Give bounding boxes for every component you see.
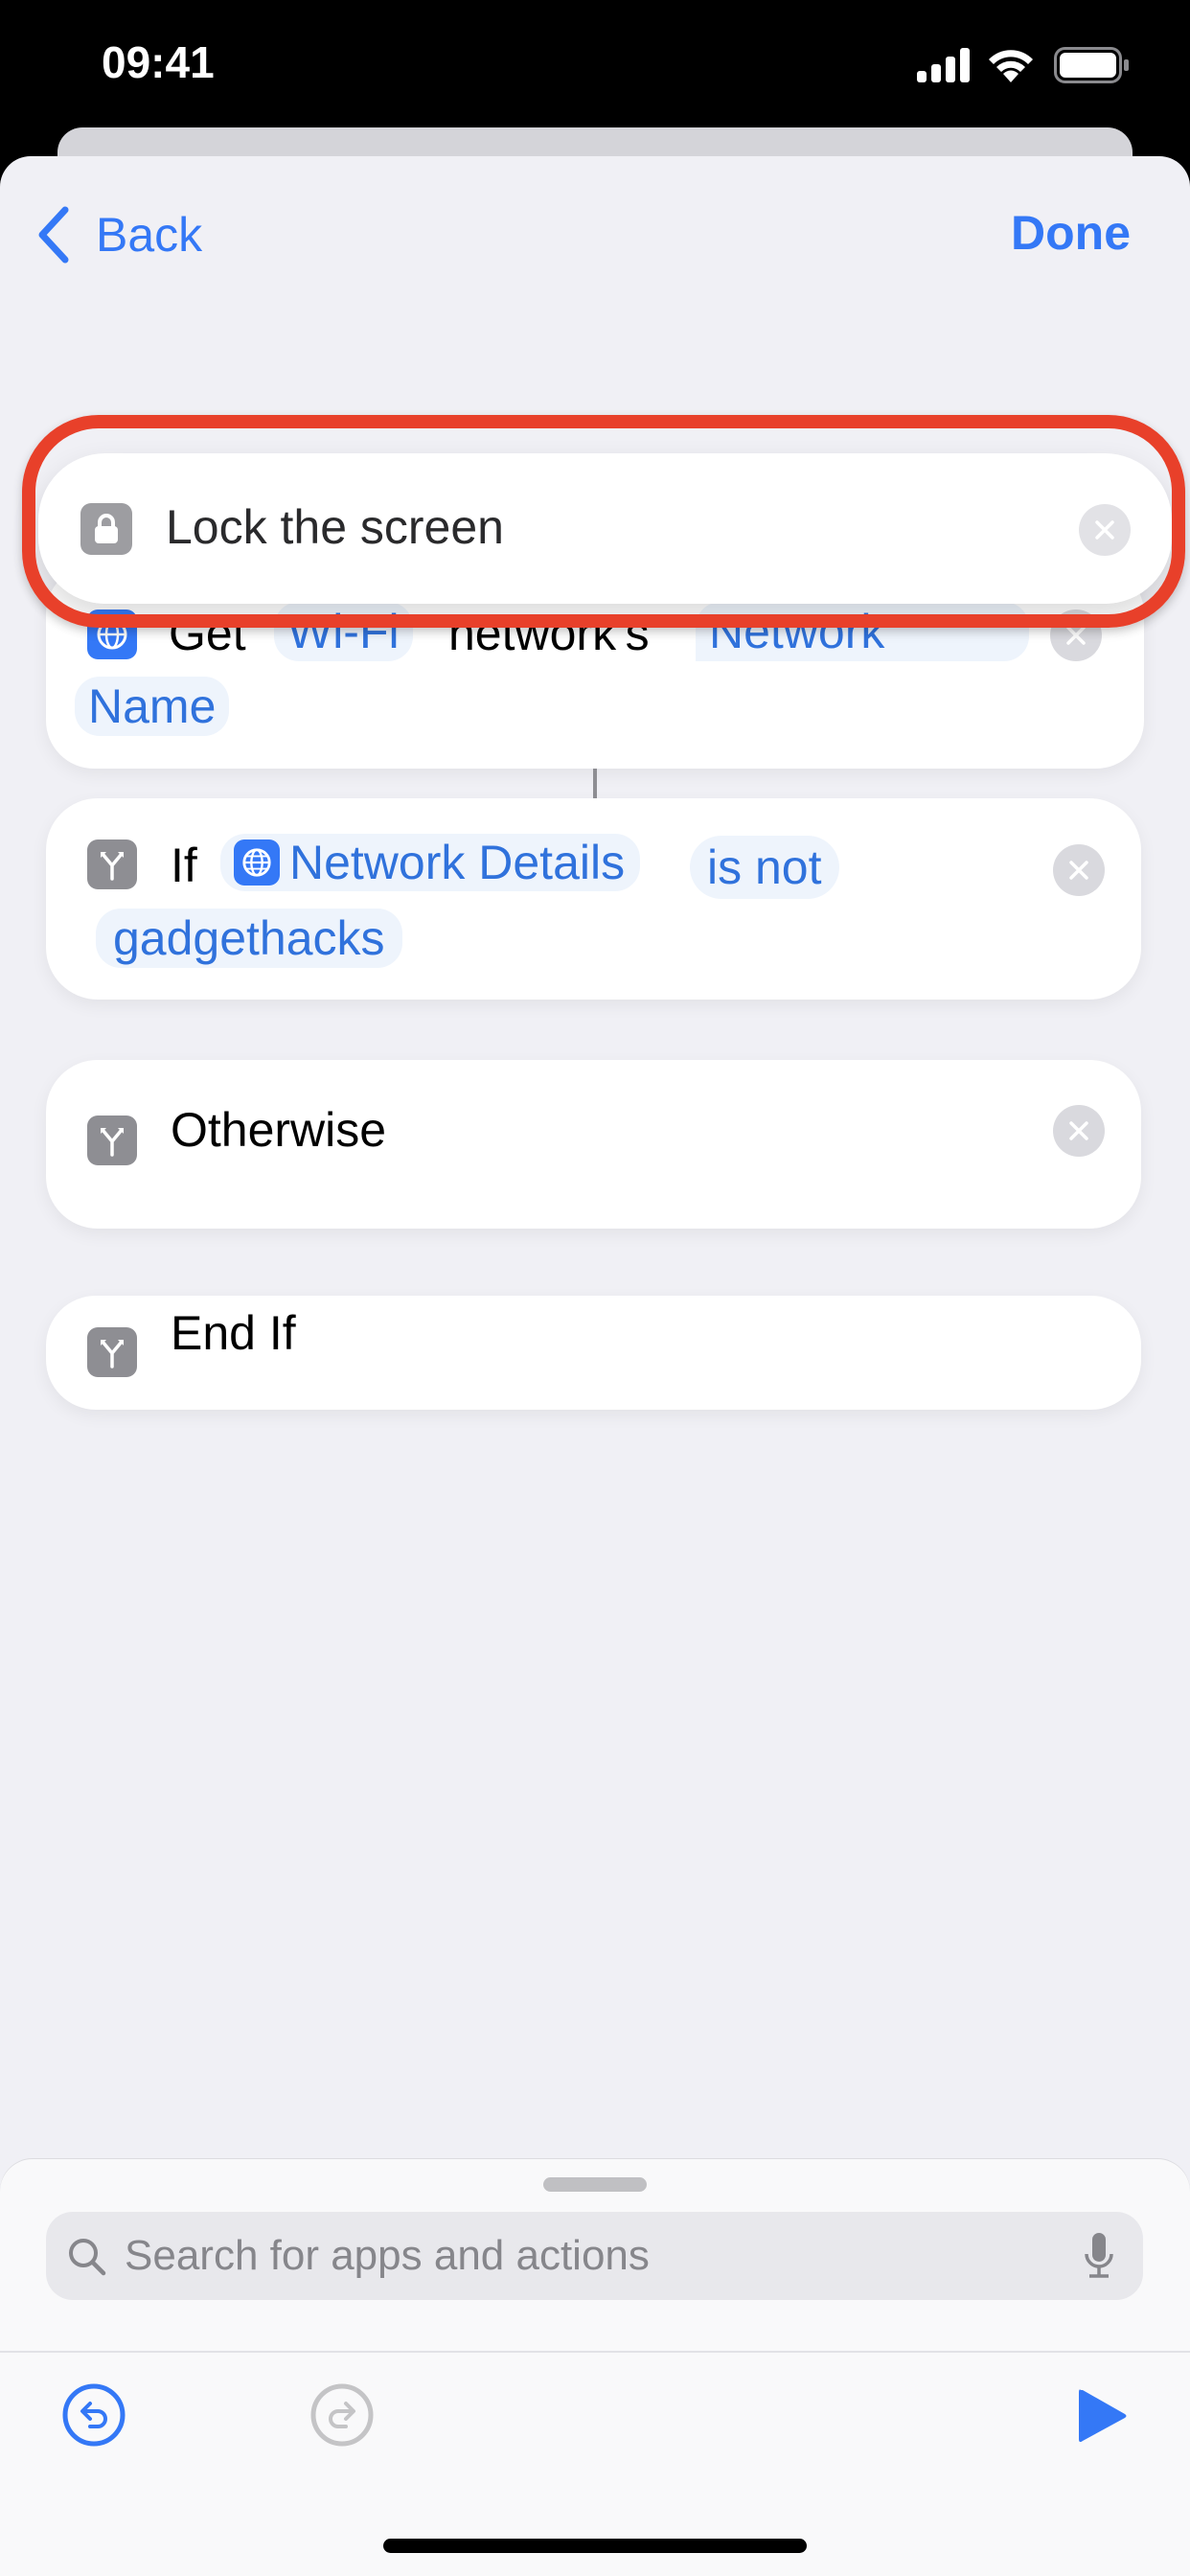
condition-pill[interactable]: is not bbox=[690, 836, 839, 899]
search-bar[interactable] bbox=[46, 2212, 1143, 2300]
remove-otherwise-action-button[interactable] bbox=[1053, 1105, 1105, 1157]
action-if-card[interactable] bbox=[46, 798, 1141, 1000]
microphone-icon[interactable] bbox=[1085, 2233, 1113, 2279]
block-connector-line bbox=[593, 769, 597, 799]
status-time: 09:41 bbox=[102, 37, 215, 87]
toolbar-divider bbox=[0, 2351, 1190, 2353]
close-icon bbox=[1069, 1121, 1088, 1140]
branch-icon bbox=[87, 1327, 137, 1377]
sheet-grabber-handle[interactable] bbox=[543, 2177, 647, 2192]
otherwise-label: Otherwise bbox=[171, 1103, 387, 1157]
branch-icon bbox=[87, 1116, 137, 1165]
redo-button[interactable] bbox=[309, 2382, 375, 2448]
done-button[interactable]: Done bbox=[1011, 205, 1131, 261]
branch-icon bbox=[87, 840, 137, 889]
back-button[interactable]: Back bbox=[36, 201, 202, 268]
undo-button[interactable] bbox=[61, 2382, 126, 2448]
play-icon bbox=[1079, 2389, 1127, 2443]
search-input[interactable] bbox=[125, 2212, 1035, 2300]
close-icon bbox=[1066, 626, 1086, 645]
search-icon bbox=[69, 2239, 106, 2276]
home-indicator bbox=[383, 2539, 807, 2553]
wifi-icon bbox=[987, 48, 1035, 82]
run-shortcut-button[interactable] bbox=[1075, 2386, 1131, 2446]
redo-icon bbox=[310, 2383, 374, 2447]
remove-if-action-button[interactable] bbox=[1053, 844, 1105, 896]
battery-icon bbox=[1054, 47, 1131, 83]
network-details-label: Network Details bbox=[289, 836, 626, 889]
network-name-pill-continued[interactable]: Name bbox=[75, 677, 230, 736]
back-label: Back bbox=[96, 208, 203, 262]
undo-icon bbox=[62, 2383, 126, 2447]
close-icon bbox=[1069, 861, 1088, 880]
network-details-variable-pill[interactable]: Network Details bbox=[220, 834, 641, 891]
chevron-left-icon bbox=[38, 206, 69, 264]
globe-icon bbox=[234, 840, 280, 886]
cellular-signal-icon bbox=[917, 48, 971, 82]
condition-value-pill[interactable]: gadgethacks bbox=[96, 908, 402, 968]
if-keyword: If bbox=[171, 839, 197, 892]
end-if-label: End If bbox=[171, 1306, 296, 1360]
highlight-outline bbox=[22, 415, 1185, 628]
